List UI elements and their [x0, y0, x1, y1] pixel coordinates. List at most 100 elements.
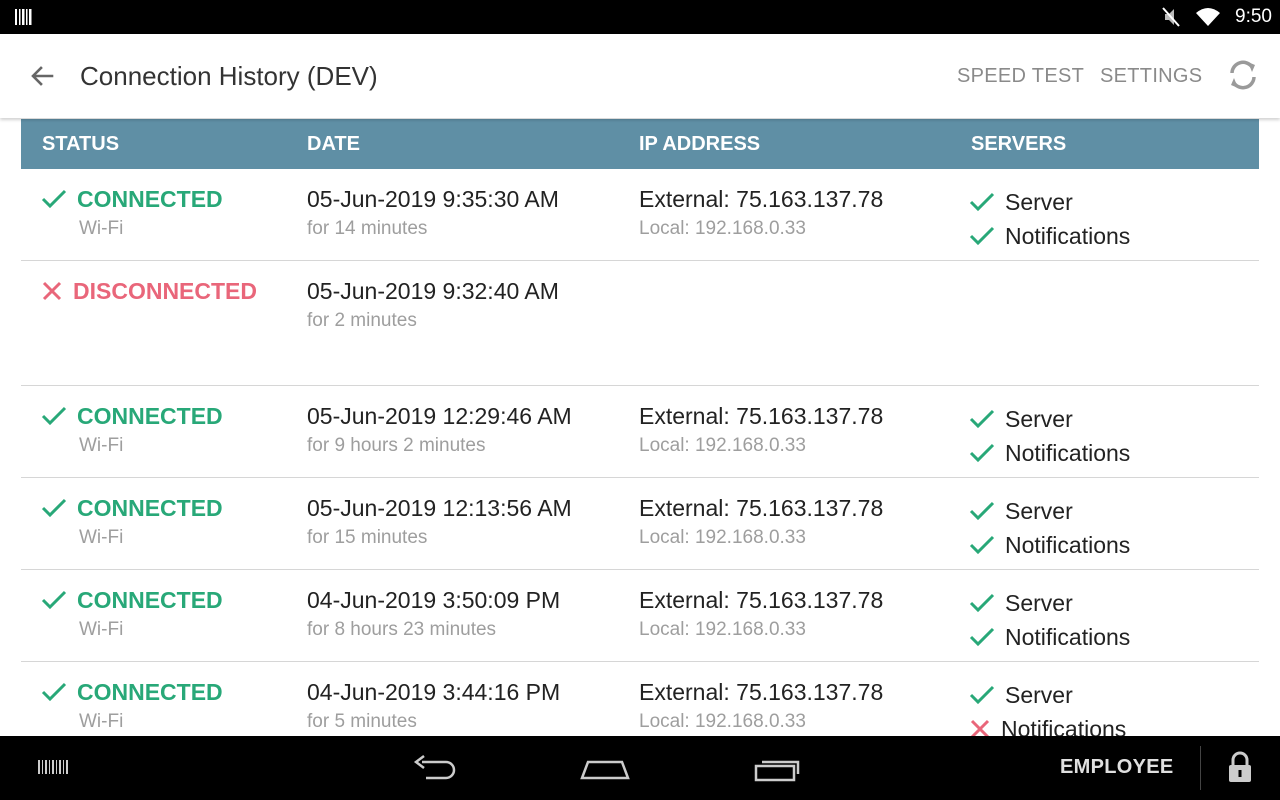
local-ip: Local: 192.168.0.33: [639, 527, 806, 548]
server-name: Server: [1005, 406, 1073, 432]
connection-date: 05-Jun-2019 9:32:40 AM: [307, 278, 559, 304]
check-icon: [41, 682, 67, 702]
recent-apps-icon[interactable]: [752, 754, 802, 784]
column-header-status: STATUS: [42, 133, 120, 155]
table-row: CONNECTED Wi-Fi 05-Jun-2019 9:35:30 AM for …: [21, 169, 1259, 261]
barcode-icon[interactable]: [38, 758, 68, 778]
server-status-item: Server: [969, 678, 1126, 712]
home-icon[interactable]: [578, 754, 632, 784]
table-header: STATUS DATE IP ADDRESS SERVERS: [21, 119, 1259, 169]
server-status-item: Server: [969, 586, 1130, 620]
external-ip: External: 75.163.137.78: [639, 403, 884, 429]
status-cell: DISCONNECTED: [41, 277, 257, 305]
server-name: Notifications: [1005, 624, 1131, 650]
clock: 9:50: [1235, 6, 1272, 27]
status-label: CONNECTED: [77, 587, 223, 613]
servers-cell: Server Notifications: [969, 185, 1130, 253]
server-status-item: Notifications: [969, 528, 1130, 562]
network-type: Wi-Fi: [79, 218, 124, 239]
status-indicator: CONNECTED: [41, 586, 223, 614]
back-arrow-icon[interactable]: [26, 60, 58, 92]
server-name: Notifications: [1005, 440, 1131, 466]
connection-duration: for 2 minutes: [307, 310, 417, 331]
employee-button[interactable]: EMPLOYEE: [1060, 756, 1174, 779]
column-header-date: DATE: [307, 133, 360, 155]
table-row: CONNECTED Wi-Fi 05-Jun-2019 12:29:46 AM for…: [21, 386, 1259, 478]
back-icon[interactable]: [412, 752, 460, 784]
navigation-bar: EMPLOYEE: [0, 736, 1280, 800]
local-ip: Local: 192.168.0.33: [639, 711, 806, 732]
server-name: Server: [1005, 189, 1073, 215]
status-indicator: CONNECTED: [41, 402, 223, 430]
connection-date: 05-Jun-2019 9:35:30 AM: [307, 186, 559, 212]
check-icon: [41, 590, 67, 610]
connection-date: 04-Jun-2019 3:44:16 PM: [307, 679, 561, 705]
ip-address-cell: External: 75.163.137.78 Local: 192.168.0.…: [639, 185, 883, 241]
connection-date: 04-Jun-2019 3:50:09 PM: [307, 587, 561, 613]
status-label: CONNECTED: [77, 186, 223, 212]
server-status-item: Server: [969, 494, 1130, 528]
connection-date: 05-Jun-2019 12:13:56 AM: [307, 495, 572, 521]
wifi-icon: [1196, 8, 1221, 26]
status-bar: 9:50: [0, 0, 1280, 34]
server-name: Server: [1005, 590, 1073, 616]
close-icon: [42, 281, 62, 301]
column-header-ip-address: IP ADDRESS: [639, 133, 761, 155]
local-ip: Local: 192.168.0.33: [639, 218, 806, 239]
network-type: Wi-Fi: [79, 711, 124, 732]
server-name: Notifications: [1005, 223, 1131, 249]
local-ip: Local: 192.168.0.33: [639, 435, 806, 456]
external-ip: External: 75.163.137.78: [639, 679, 884, 705]
table-row: DISCONNECTED 05-Jun-2019 9:32:40 AM for 2 …: [21, 261, 1259, 386]
app-bar: Connection History (DEV) SPEED TEST SETT…: [0, 34, 1280, 118]
barcode-icon: [15, 9, 32, 25]
status-indicator: CONNECTED: [41, 678, 223, 706]
refresh-icon[interactable]: [1224, 56, 1262, 94]
date-cell: 05-Jun-2019 9:35:30 AM for 14 minutes: [307, 185, 559, 241]
status-label: CONNECTED: [77, 679, 223, 705]
table-row: CONNECTED Wi-Fi 04-Jun-2019 3:50:09 PM for …: [21, 570, 1259, 662]
connection-duration: for 8 hours 23 minutes: [307, 619, 497, 640]
check-icon: [969, 593, 995, 613]
servers-cell: Server Notifications: [969, 494, 1130, 562]
check-icon: [969, 685, 995, 705]
server-status-item: Notifications: [969, 219, 1130, 253]
ip-address-cell: External: 75.163.137.78 Local: 192.168.0.…: [639, 678, 883, 734]
lock-icon[interactable]: [1226, 750, 1254, 784]
settings-button[interactable]: SETTINGS: [1100, 64, 1202, 88]
status-cell: CONNECTED Wi-Fi: [41, 678, 223, 734]
status-label: CONNECTED: [77, 495, 223, 521]
ip-address-cell: External: 75.163.137.78 Local: 192.168.0.…: [639, 586, 883, 642]
status-cell: CONNECTED Wi-Fi: [41, 402, 223, 458]
status-cell: CONNECTED Wi-Fi: [41, 494, 223, 550]
server-status-item: Notifications: [969, 436, 1130, 470]
external-ip: External: 75.163.137.78: [639, 587, 884, 613]
mute-icon: [1162, 7, 1180, 27]
server-name: Server: [1005, 682, 1073, 708]
check-icon: [41, 189, 67, 209]
server-status-item: Server: [969, 185, 1130, 219]
date-cell: 05-Jun-2019 12:29:46 AM for 9 hours 2 min…: [307, 402, 572, 458]
check-icon: [969, 627, 995, 647]
local-ip: Local: 192.168.0.33: [639, 619, 806, 640]
servers-cell: Server Notifications: [969, 402, 1130, 470]
table-row: CONNECTED Wi-Fi 05-Jun-2019 12:13:56 AM for…: [21, 478, 1259, 570]
check-icon: [969, 535, 995, 555]
check-icon: [969, 501, 995, 521]
network-type: Wi-Fi: [79, 527, 124, 548]
date-cell: 04-Jun-2019 3:44:16 PM for 5 minutes: [307, 678, 560, 734]
check-icon: [969, 226, 995, 246]
speed-test-button[interactable]: SPEED TEST: [957, 64, 1084, 88]
status-label: DISCONNECTED: [73, 278, 258, 304]
check-icon: [41, 406, 67, 426]
connection-duration: for 15 minutes: [307, 527, 428, 548]
server-status-item: Server: [969, 402, 1130, 436]
external-ip: External: 75.163.137.78: [639, 495, 884, 521]
nav-divider: [1200, 746, 1201, 790]
page-title: Connection History (DEV): [80, 61, 378, 91]
connection-duration: for 5 minutes: [307, 711, 417, 732]
column-header-servers: SERVERS: [971, 133, 1067, 155]
date-cell: 04-Jun-2019 3:50:09 PM for 8 hours 23 min…: [307, 586, 560, 642]
network-type: Wi-Fi: [79, 619, 124, 640]
status-indicator: DISCONNECTED: [41, 277, 257, 305]
